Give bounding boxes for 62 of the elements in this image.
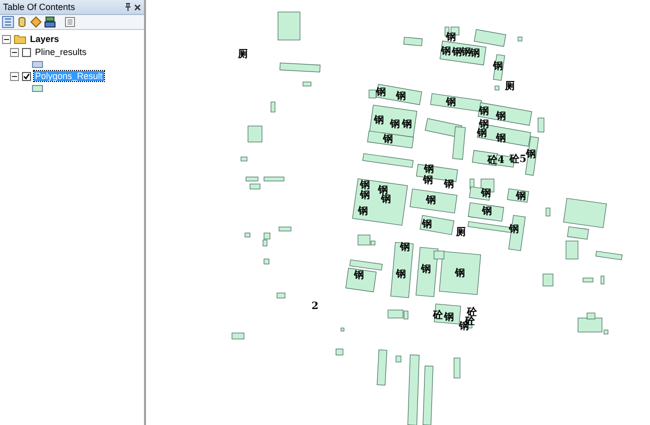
options-icon[interactable] <box>64 16 76 28</box>
expander-icon[interactable] <box>2 34 11 44</box>
map-label: 钢 <box>496 134 506 144</box>
layers-group-label[interactable]: Layers <box>29 34 60 44</box>
map-label: 钢 <box>376 88 386 98</box>
map-label: 钢 <box>354 271 364 281</box>
map-label: 钢 <box>396 270 406 280</box>
map-label: 钢 <box>378 186 388 196</box>
map-label: 钢 <box>496 112 506 122</box>
folder-icon <box>14 34 26 44</box>
map-label: 钢 <box>426 196 436 206</box>
map-label: 钢 <box>444 313 454 323</box>
map-label: 钢 <box>461 48 471 58</box>
map-label: 钢 <box>441 47 451 57</box>
map-label: 钢 <box>421 265 431 275</box>
map-label: 钢 <box>390 120 400 130</box>
map-label: 钢 <box>402 120 412 130</box>
map-label: 钢 <box>470 49 480 59</box>
map-label: 钢 <box>400 243 410 253</box>
map-label: 钢 <box>452 48 462 58</box>
map-label: 钢 <box>446 98 456 108</box>
checkbox[interactable] <box>22 72 31 80</box>
map-label: 钢 <box>422 220 432 230</box>
map-label: 钢 <box>477 129 487 139</box>
map-label: 钢 <box>446 33 456 43</box>
map-label: 砼4 <box>488 156 504 166</box>
map-label: 钢 <box>493 62 503 72</box>
map-label: 2 <box>312 302 318 312</box>
map-label: 钢 <box>479 107 489 117</box>
expander-icon[interactable] <box>10 72 19 80</box>
map-label: 钢 <box>358 207 368 217</box>
map-label: 钢 <box>360 191 370 201</box>
map-label: 钢 <box>423 176 433 186</box>
map-label: 钢 <box>381 195 391 205</box>
cylinder-icon[interactable] <box>16 16 28 28</box>
map-label: 钢 <box>479 120 489 130</box>
map-label: 厕 <box>456 228 466 238</box>
stack-icon[interactable] <box>44 16 56 28</box>
map-label: 砼 <box>467 308 477 318</box>
map-label: 钢 <box>396 92 406 102</box>
map-label: 钢 <box>481 189 491 199</box>
panel-title: Table Of Contents <box>3 2 76 12</box>
map-label: 厕 <box>238 50 248 60</box>
map-label: 砼 <box>433 311 443 321</box>
map-label: 钢 <box>455 269 465 279</box>
map-label: 钢 <box>526 150 536 160</box>
map-label: 钢 <box>424 165 434 175</box>
checkbox[interactable] <box>22 48 31 56</box>
map-label: 钢 <box>383 135 393 145</box>
map-label: 钢 <box>360 181 370 191</box>
expander-icon[interactable] <box>10 48 19 56</box>
map-label: 钢 <box>482 207 492 217</box>
map-label: 钢 <box>516 192 526 202</box>
list-view-icon[interactable] <box>2 16 14 28</box>
map-label: 钢 <box>374 116 384 126</box>
map-label: 砼5 <box>510 155 526 165</box>
map-label: 厕 <box>505 82 515 92</box>
layer-name[interactable]: Pline_results <box>34 47 88 57</box>
map-label: 钢 <box>444 180 454 190</box>
map-label: 钢 <box>509 225 519 235</box>
pin-icon[interactable] <box>125 3 131 11</box>
close-icon[interactable] <box>134 4 141 10</box>
